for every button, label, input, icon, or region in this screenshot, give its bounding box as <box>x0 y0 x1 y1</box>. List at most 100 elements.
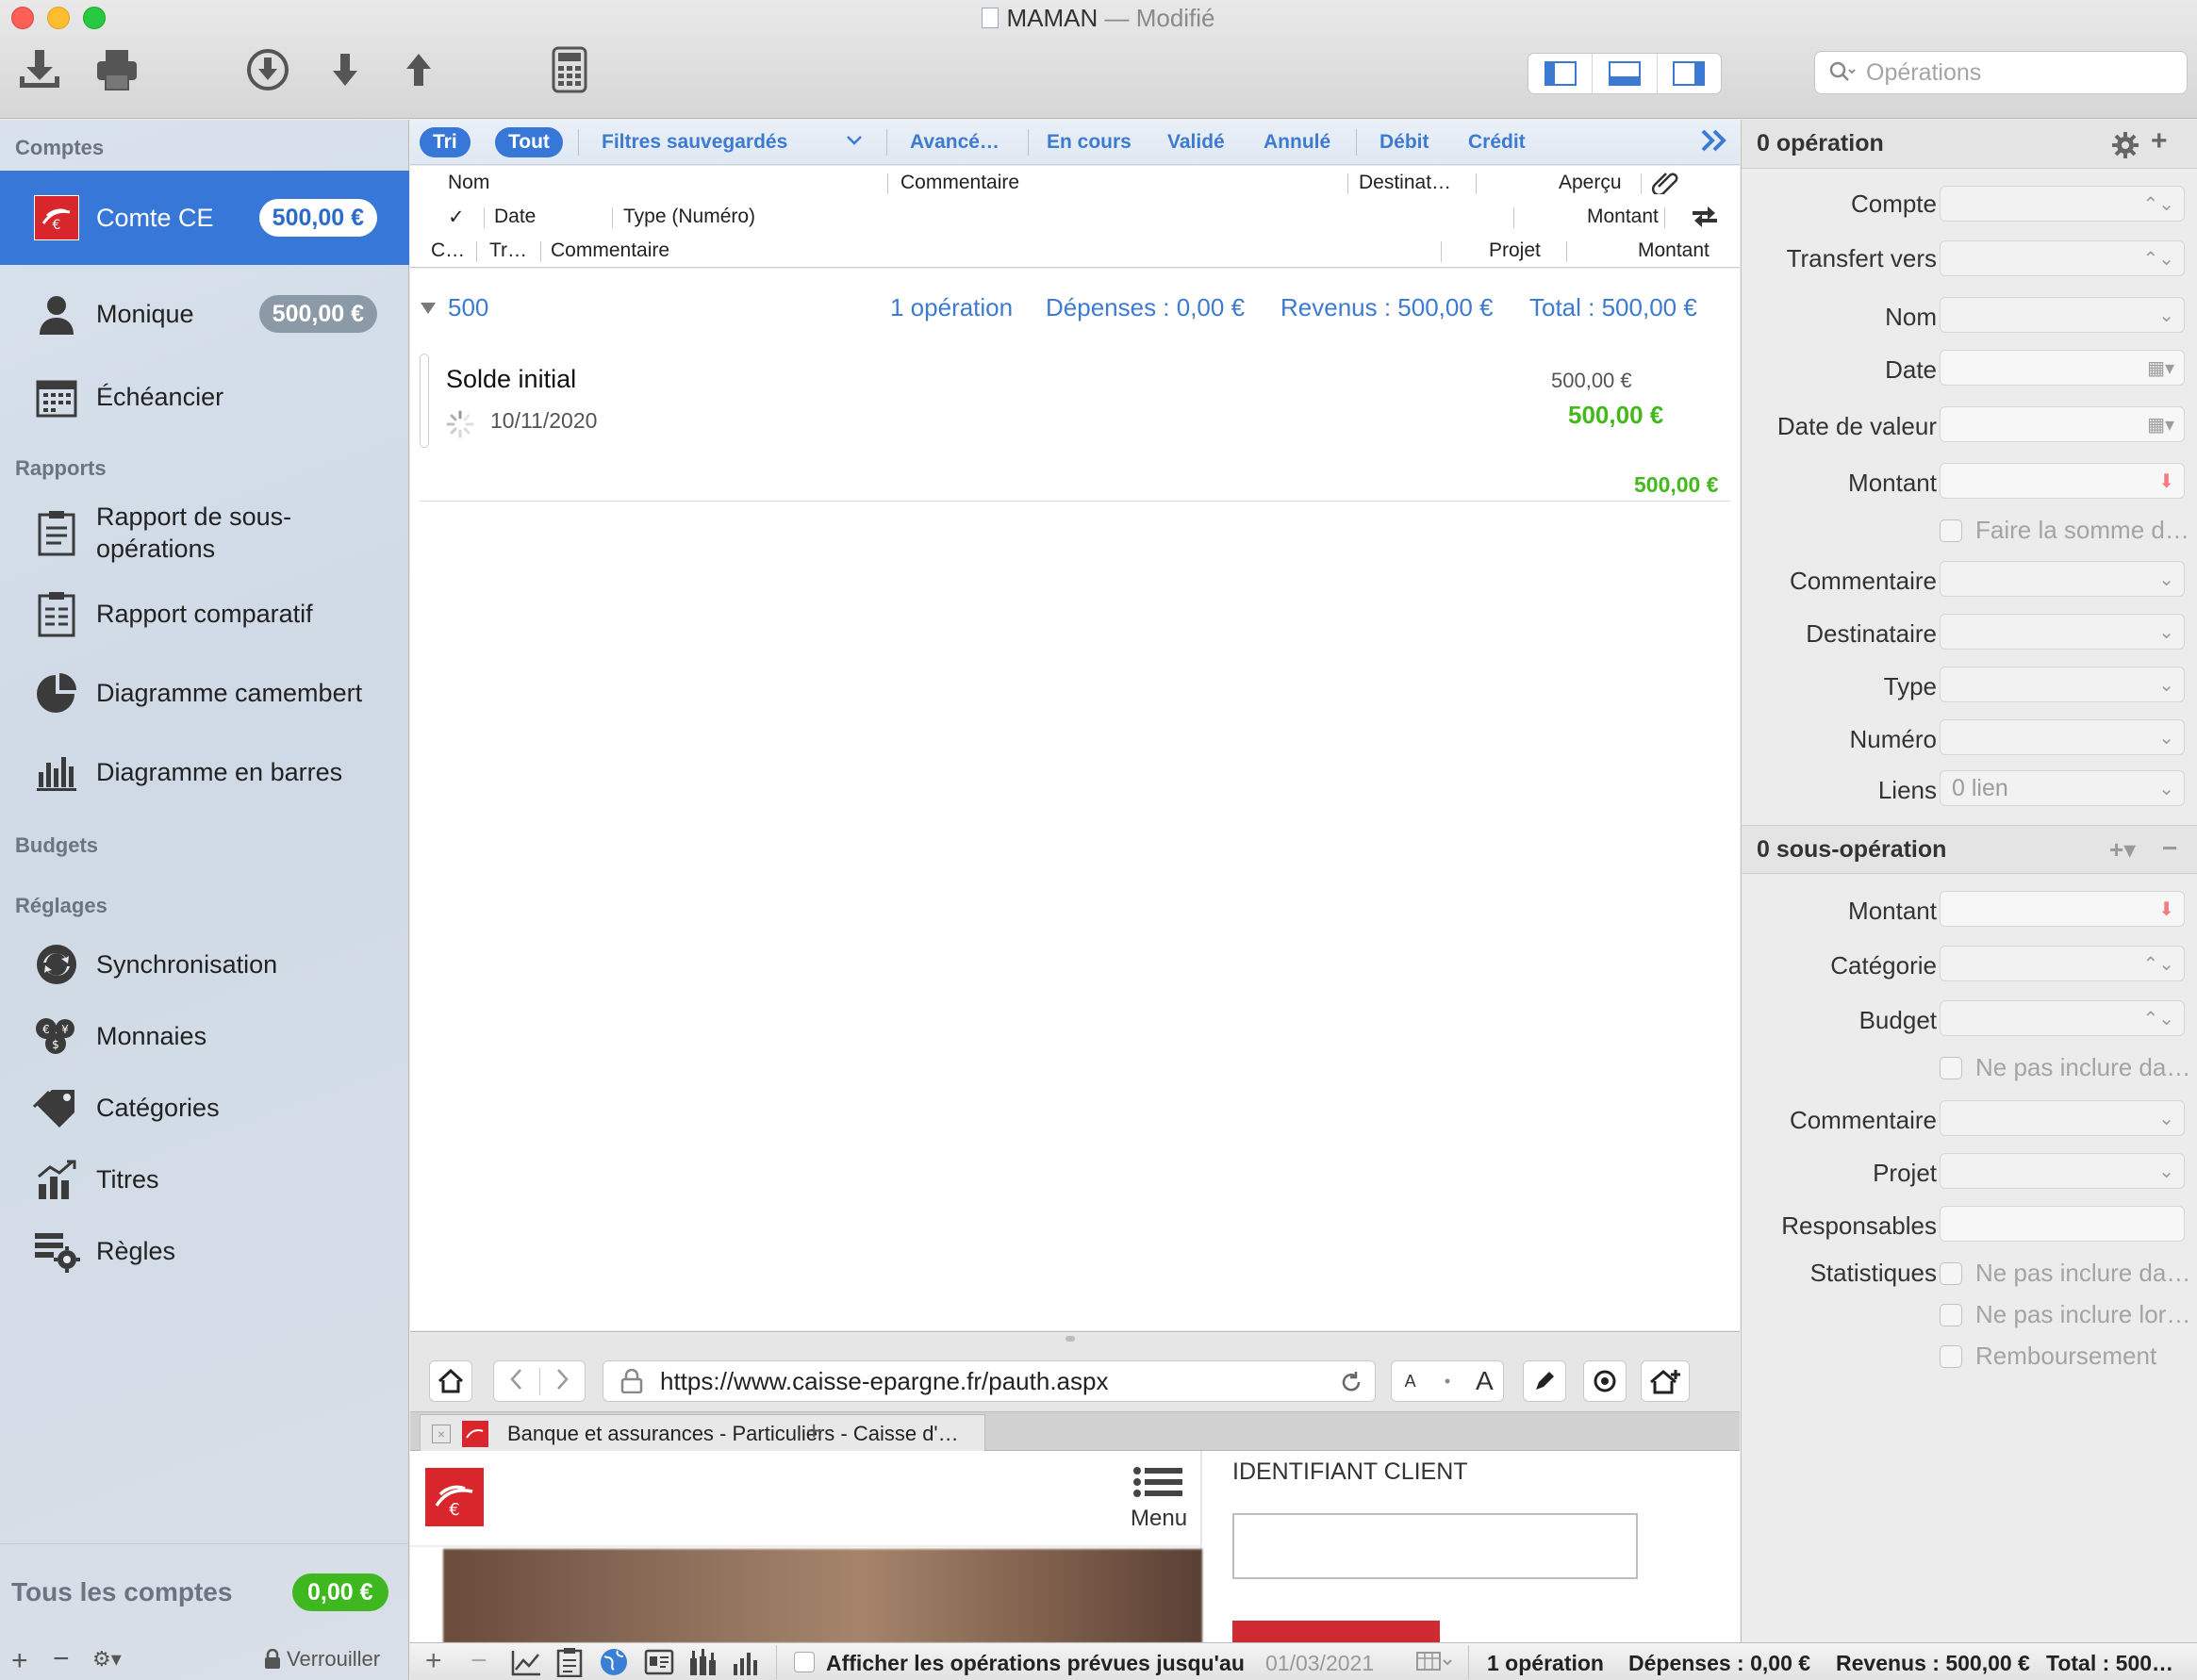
sub-commentaire-combobox[interactable]: ⌄ <box>1940 1100 2185 1136</box>
column-header-type[interactable]: Type (Numéro) <box>623 206 755 228</box>
menu-label[interactable]: Menu <box>1131 1506 1187 1532</box>
disclosure-triangle-icon[interactable] <box>420 301 437 316</box>
toggle-bottom-panel-icon[interactable] <box>1593 54 1658 93</box>
nom-combobox[interactable]: ⌄ <box>1940 297 2185 333</box>
print-icon[interactable] <box>91 43 143 96</box>
ne-pas-inclure-stats-checkbox[interactable]: Ne pas inclure da… <box>1940 1259 2190 1288</box>
column-header-destinataire[interactable]: Destinat… <box>1359 172 1451 194</box>
split-view-handle[interactable] <box>1065 1336 1075 1342</box>
sidebar-item-diagramme-barres[interactable]: Diagramme en barres <box>0 746 409 799</box>
commentaire-combobox[interactable]: ⌄ <box>1940 561 2185 597</box>
type-combobox[interactable]: ⌄ <box>1940 667 2185 702</box>
transaction-row[interactable]: Solde initial 10/11/2020 500,00 € 500,00… <box>420 354 1730 448</box>
column-header-check[interactable]: ✓ <box>448 206 465 229</box>
download-circle-icon[interactable] <box>241 43 294 96</box>
show-planned-checkbox[interactable] <box>794 1652 815 1672</box>
clipboard-icon[interactable] <box>555 1647 584 1677</box>
projet-combobox[interactable]: ⌄ <box>1940 1153 2185 1189</box>
filter-advanced-button[interactable]: Avancé… <box>910 131 999 154</box>
column-header-tr[interactable]: Tr… <box>489 239 527 262</box>
text-larger-icon[interactable]: A <box>1466 1366 1503 1396</box>
text-smaller-icon[interactable]: A <box>1392 1372 1429 1392</box>
pencil-edit-button[interactable] <box>1523 1360 1566 1402</box>
column-header-apercu[interactable]: Aperçu <box>1559 172 1622 194</box>
reload-icon[interactable] <box>1339 1370 1363 1394</box>
import-download-icon[interactable] <box>13 43 66 96</box>
id-card-icon[interactable] <box>644 1649 674 1675</box>
close-tab-icon[interactable]: × <box>432 1425 451 1443</box>
sidebar-item-monnaies[interactable]: € ¥ $ Monnaies <box>0 1010 409 1062</box>
toggle-sidebar-right-icon[interactable] <box>1658 54 1721 93</box>
lock-button[interactable]: Verrouiller <box>264 1647 380 1672</box>
arrow-up-icon[interactable] <box>392 43 445 96</box>
sidebar-item-comte-ce[interactable]: € Comte CE 500,00 € <box>0 171 409 265</box>
sub-montant-field[interactable]: ⬇ <box>1940 891 2185 927</box>
sidebar-item-rapport-sous-operations[interactable]: Rapport de sous-opérations <box>0 497 409 568</box>
add-account-button[interactable]: + <box>11 1645 28 1677</box>
filter-credit-button[interactable]: Crédit <box>1468 131 1526 154</box>
debit-arrow-icon[interactable]: ⬇ <box>2158 898 2174 921</box>
sidebar-item-categories[interactable]: Catégories <box>0 1081 409 1134</box>
ne-pas-inclure-budget-checkbox[interactable]: Ne pas inclure da… <box>1940 1053 2190 1082</box>
paperclip-icon[interactable] <box>1651 170 1679 200</box>
ne-pas-inclure-lor-checkbox[interactable]: Ne pas inclure lor… <box>1940 1300 2190 1329</box>
remove-sub-operation-icon[interactable]: − <box>2162 833 2177 864</box>
budget-select[interactable]: ⌃⌄ <box>1940 1000 2185 1036</box>
calculator-icon[interactable] <box>543 43 596 96</box>
all-accounts-label[interactable]: Tous les comptes <box>11 1577 232 1607</box>
sidebar-item-monique[interactable]: Monique 500,00 € <box>0 288 409 340</box>
remove-operation-button[interactable]: − <box>471 1645 487 1677</box>
double-chevron-right-icon[interactable] <box>1700 127 1728 159</box>
browser-tab[interactable]: × Banque et assurances - Particuliers - … <box>420 1414 985 1452</box>
faire-somme-checkbox[interactable]: Faire la somme d… <box>1940 516 2189 545</box>
date-valeur-field[interactable]: ▦▾ <box>1940 406 2185 442</box>
montant-field[interactable]: ⬇ <box>1940 463 2185 499</box>
transfert-select[interactable]: ⌃⌄ <box>1940 240 2185 276</box>
planned-date-field[interactable]: 01/03/2021 <box>1265 1651 1374 1676</box>
categorie-select[interactable]: ⌃⌄ <box>1940 946 2185 981</box>
column-header-nom[interactable]: Nom <box>448 172 489 194</box>
filter-en-cours-button[interactable]: En cours <box>1047 131 1132 154</box>
submit-button[interactable] <box>1232 1621 1440 1643</box>
calendar-picker-icon[interactable]: ▦▾ <box>2147 413 2174 436</box>
transfer-arrows-icon[interactable] <box>1691 204 1719 234</box>
add-sub-operation-icon[interactable]: +▾ <box>2109 835 2136 865</box>
back-button[interactable] <box>494 1367 540 1395</box>
sidebar-item-synchronisation[interactable]: Synchronisation <box>0 938 409 991</box>
sidebar-item-diagramme-camembert[interactable]: Diagramme camembert <box>0 667 409 719</box>
calendar-picker-icon[interactable]: ▦▾ <box>2147 356 2174 380</box>
remboursement-checkbox[interactable]: Remboursement <box>1940 1342 2156 1371</box>
column-header-montant-sub[interactable]: Montant <box>1638 239 1710 262</box>
filter-tri-button[interactable]: Tri <box>420 127 471 157</box>
add-operation-button[interactable]: + <box>425 1645 442 1677</box>
arrow-down-icon[interactable] <box>319 43 372 96</box>
compte-select[interactable]: ⌃⌄ <box>1940 186 2185 222</box>
url-field[interactable]: https://www.caisse-epargne.fr/pauth.aspx <box>603 1360 1376 1402</box>
remove-account-button[interactable]: − <box>53 1643 70 1675</box>
gear-icon[interactable] <box>2111 131 2139 159</box>
group-header[interactable]: 500 1 opération Dépenses : 0,00 € Revenu… <box>420 293 1730 331</box>
caisse-epargne-logo-icon[interactable]: € <box>425 1468 484 1531</box>
filter-annule-button[interactable]: Annulé <box>1264 131 1330 154</box>
toggle-sidebar-left-icon[interactable] <box>1528 54 1594 93</box>
calendar-picker-icon[interactable] <box>1415 1651 1453 1673</box>
gear-menu-icon[interactable]: ⚙︎▾ <box>92 1647 122 1672</box>
column-header-commentaire[interactable]: Commentaire <box>900 172 1019 194</box>
column-header-montant[interactable]: Montant <box>1587 206 1659 228</box>
filter-valide-button[interactable]: Validé <box>1167 131 1225 154</box>
sidebar-item-rapport-comparatif[interactable]: Rapport comparatif <box>0 587 409 640</box>
new-tab-button[interactable]: + <box>806 1416 821 1446</box>
add-operation-icon[interactable]: + <box>2151 125 2168 157</box>
column-header-c[interactable]: C… <box>431 239 465 262</box>
numero-combobox[interactable]: ⌄ <box>1940 719 2185 755</box>
add-home-button[interactable] <box>1641 1360 1690 1402</box>
forward-button[interactable] <box>540 1368 586 1395</box>
client-id-input[interactable] <box>1232 1513 1638 1579</box>
sidebar-item-titres[interactable]: Titres <box>0 1153 409 1206</box>
hamburger-menu-icon[interactable] <box>1132 1466 1184 1503</box>
globe-icon[interactable] <box>599 1647 629 1677</box>
filter-tout-button[interactable]: Tout <box>495 127 563 157</box>
bottles-icon[interactable] <box>687 1647 718 1677</box>
chevron-down-icon[interactable] <box>846 129 863 152</box>
record-button[interactable] <box>1583 1360 1627 1402</box>
